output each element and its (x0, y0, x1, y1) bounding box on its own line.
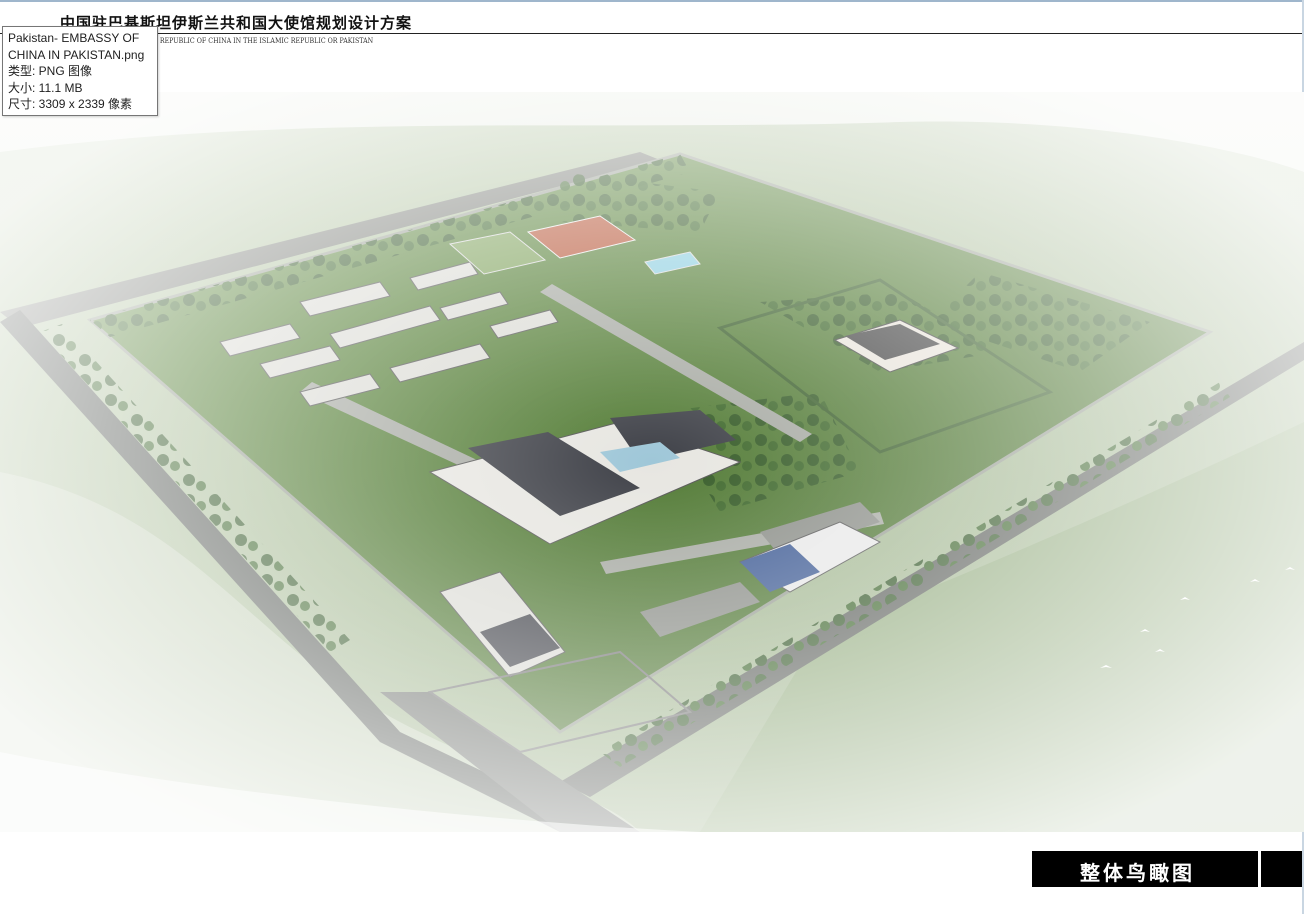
caption-divider (1258, 851, 1261, 887)
window-top-border (0, 0, 1304, 2)
tooltip-filename-line1: Pakistan- EMBASSY OF (8, 31, 140, 45)
title-divider (0, 33, 1302, 34)
tooltip-image-dimensions: 尺寸: 3309 x 2339 像素 (8, 97, 133, 112)
file-info-tooltip: Pakistan- EMBASSY OF CHINA IN PAKISTAN.p… (2, 26, 158, 116)
tooltip-file-size: 大小: 11.1 MB (8, 80, 83, 95)
tooltip-filename-line2: CHINA IN PAKISTAN.png (8, 47, 145, 62)
view-caption-banner: 整体鸟瞰图 (1032, 851, 1302, 887)
tooltip-file-type: 类型: PNG 图像 (8, 64, 93, 79)
aerial-render-image (0, 92, 1304, 832)
view-caption-label: 整体鸟瞰图 (1080, 861, 1195, 885)
